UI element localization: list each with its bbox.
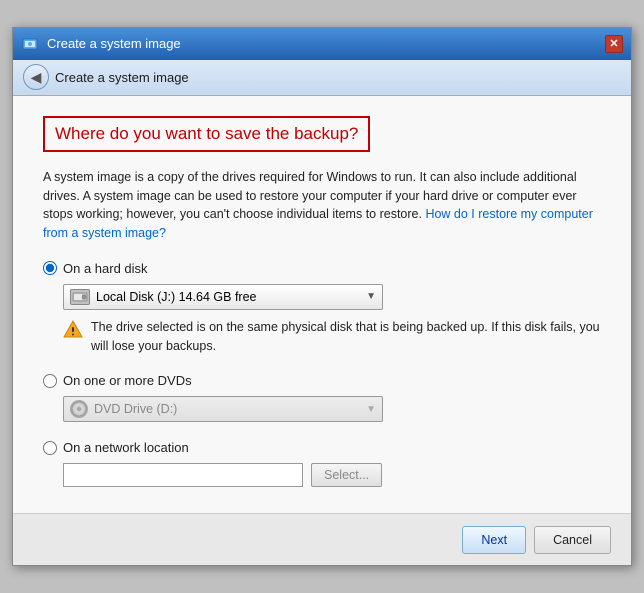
title-bar: Create a system image ✕: [13, 28, 631, 60]
warning-icon: [63, 319, 83, 339]
next-button[interactable]: Next: [462, 526, 526, 554]
dvd-label: On one or more DVDs: [63, 373, 192, 388]
network-radio[interactable]: [43, 441, 57, 455]
network-section: On a network location Select...: [43, 440, 601, 487]
network-radio-label[interactable]: On a network location: [43, 440, 601, 455]
window-icon: [21, 35, 39, 53]
network-path-input[interactable]: [63, 463, 303, 487]
hard-disk-label: On a hard disk: [63, 261, 148, 276]
dvd-radio-label[interactable]: On one or more DVDs: [43, 373, 601, 388]
network-label: On a network location: [63, 440, 189, 455]
hard-disk-radio[interactable]: [43, 261, 57, 275]
network-input-row: Select...: [63, 463, 601, 487]
cancel-button[interactable]: Cancel: [534, 526, 611, 554]
nav-title: Create a system image: [55, 70, 189, 85]
dvd-dropdown-arrow: ▼: [366, 404, 376, 415]
dvd-icon: [70, 400, 88, 418]
dvd-section: On one or more DVDs DVD Drive (D:) ▼: [43, 373, 601, 422]
warning-text: The drive selected is on the same physic…: [91, 318, 601, 356]
back-button[interactable]: ◀: [23, 64, 49, 90]
disk-icon: [70, 289, 90, 305]
dvd-dropdown-row: DVD Drive (D:) ▼: [63, 396, 601, 422]
main-window: Create a system image ✕ ◀ Create a syste…: [12, 27, 632, 567]
dvd-dropdown-value: DVD Drive (D:): [94, 402, 177, 416]
page-heading: Where do you want to save the backup?: [43, 116, 370, 152]
hard-disk-section: On a hard disk Local Disk (J:) 14.64 GB …: [43, 261, 601, 356]
window-title: Create a system image: [47, 36, 181, 51]
content-area: Where do you want to save the backup? A …: [13, 96, 631, 514]
hard-disk-dropdown-value: Local Disk (J:) 14.64 GB free: [96, 290, 256, 304]
hard-disk-dropdown-row: Local Disk (J:) 14.64 GB free ▼: [63, 284, 601, 310]
back-arrow-icon: ◀: [31, 69, 42, 86]
description-text: A system image is a copy of the drives r…: [43, 168, 601, 243]
close-button[interactable]: ✕: [605, 35, 623, 53]
select-button[interactable]: Select...: [311, 463, 382, 487]
nav-bar: ◀ Create a system image: [13, 60, 631, 96]
dvd-radio[interactable]: [43, 374, 57, 388]
hard-disk-dropdown-arrow: ▼: [366, 291, 376, 302]
hard-disk-dropdown[interactable]: Local Disk (J:) 14.64 GB free ▼: [63, 284, 383, 310]
warning-row: The drive selected is on the same physic…: [63, 318, 601, 356]
hard-disk-radio-label[interactable]: On a hard disk: [43, 261, 601, 276]
dvd-dropdown[interactable]: DVD Drive (D:) ▼: [63, 396, 383, 422]
footer: Next Cancel: [13, 513, 631, 565]
